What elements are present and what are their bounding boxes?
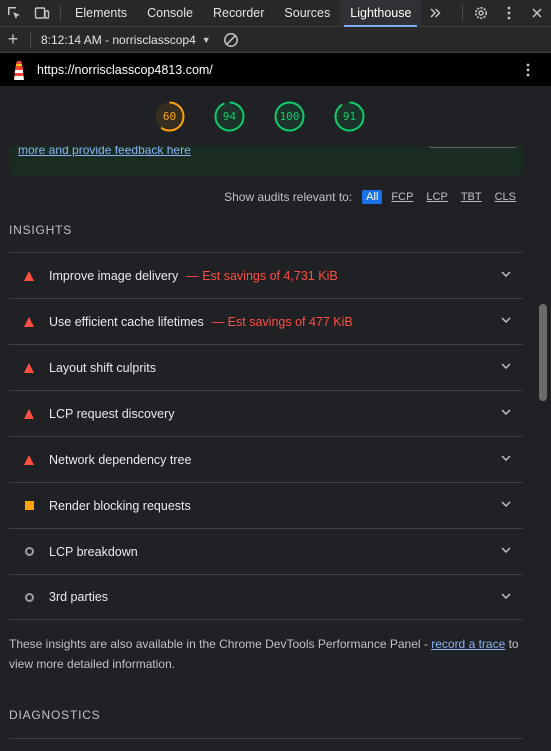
caret-down-icon: ▼ [201, 34, 211, 45]
fail-triangle-icon [23, 454, 35, 466]
chevron-down-icon[interactable] [501, 269, 511, 279]
fail-triangle-icon [23, 316, 35, 328]
fail-triangle-icon [23, 362, 35, 374]
average-square-icon [23, 500, 35, 512]
chevron-down-icon[interactable] [501, 545, 511, 555]
score-value: 94 [222, 110, 237, 123]
report-selector-label: 8:12:14 AM - norrisclasscop4 [41, 32, 196, 47]
sticky-score-header: 60 94 100 91 [0, 86, 535, 146]
info-circle-icon [23, 546, 35, 558]
clear-all-icon[interactable] [223, 32, 239, 48]
score-gauge-performance[interactable]: 60 [154, 101, 185, 132]
fail-triangle-icon [23, 408, 35, 420]
chevron-down-icon[interactable] [501, 453, 511, 463]
chevron-down-icon[interactable] [501, 499, 511, 509]
scrollbar-thumb[interactable] [539, 304, 547, 401]
chevron-down-icon[interactable] [501, 407, 511, 417]
more-options-vertical-icon[interactable] [495, 0, 523, 27]
insight-audit-row[interactable]: 3rd parties [9, 574, 523, 620]
audit-title: 3rd parties [49, 590, 109, 604]
insight-audit-row[interactable]: Network dependency tree [9, 436, 523, 482]
insight-audit-row[interactable]: LCP request discovery [9, 390, 523, 436]
audit-title: LCP request discovery [49, 406, 175, 421]
lighthouse-toolbar: + 8:12:14 AM - norrisclasscop4 ▼ [0, 27, 551, 53]
tab-sources[interactable]: Sources [274, 0, 340, 27]
filter-chip-all[interactable]: All [362, 190, 383, 204]
divider [30, 31, 31, 48]
lighthouse-logo-icon [14, 60, 24, 80]
diagnostics-section-title: DIAGNOSTICS [9, 708, 101, 722]
audit-title: LCP breakdown [49, 544, 138, 559]
url-more-options-icon[interactable] [525, 63, 531, 77]
report-content: more and provide feedback here 60 94 100 91… [0, 86, 535, 751]
info-circle-icon [23, 591, 35, 603]
audit-filter: Show audits relevant to: All FCP LCP TBT… [224, 190, 520, 204]
filter-chip-fcp[interactable]: FCP [387, 190, 417, 204]
insight-audit-row[interactable]: Layout shift culprits [9, 344, 523, 390]
insight-audit-row[interactable]: LCP breakdown [9, 528, 523, 574]
tab-recorder[interactable]: Recorder [203, 0, 274, 27]
fail-triangle-icon [23, 270, 35, 282]
report-url-bar: https://norrisclasscop4813.com/ [0, 53, 551, 86]
tab-lighthouse[interactable]: Lighthouse [340, 0, 422, 27]
chevron-down-icon[interactable] [501, 315, 511, 325]
audit-title: Layout shift culprits [49, 360, 156, 375]
report-url: https://norrisclasscop4813.com/ [37, 62, 213, 77]
audit-title: Use efficient cache lifetimes [49, 314, 204, 329]
score-value: 91 [342, 110, 357, 123]
insight-audit-row[interactable]: Improve image delivery — Est savings of 4… [9, 252, 523, 298]
score-gauges: 60 94 100 91 [154, 101, 365, 146]
audit-title: Improve image delivery [49, 268, 179, 283]
chevron-down-icon[interactable] [501, 361, 511, 371]
score-value: 60 [162, 110, 177, 123]
score-value: 100 [279, 110, 300, 123]
score-gauge-best-practices[interactable]: 100 [274, 101, 305, 132]
filter-chip-cls[interactable]: CLS [491, 190, 520, 204]
insight-audit-row[interactable]: Use efficient cache lifetimes — Est savin… [9, 298, 523, 344]
insights-section-title: INSIGHTS [9, 223, 73, 237]
divider [60, 5, 61, 21]
device-toolbar-icon[interactable] [28, 0, 56, 27]
report-selector[interactable]: 8:12:14 AM - norrisclasscop4 ▼ [37, 33, 211, 47]
audit-title: Render blocking requests [49, 498, 191, 513]
devtools-tabbar: Elements Console Recorder Sources Lighth… [0, 0, 551, 27]
insight-audit-row[interactable]: Render blocking requests [9, 482, 523, 528]
tab-console[interactable]: Console [137, 0, 203, 27]
score-gauge-accessibility[interactable]: 94 [214, 101, 245, 132]
more-tabs-icon[interactable] [421, 0, 449, 27]
score-gauge-seo[interactable]: 91 [334, 101, 365, 132]
insights-audit-list: Improve image delivery — Est savings of 4… [9, 252, 523, 620]
new-report-plus-icon[interactable]: + [0, 29, 26, 50]
report-scrollbar[interactable] [535, 86, 551, 751]
filter-chip-tbt[interactable]: TBT [457, 190, 486, 204]
inspect-element-icon[interactable] [0, 0, 28, 27]
audit-filter-label: Show audits relevant to: [224, 190, 353, 204]
tab-elements[interactable]: Elements [65, 0, 137, 27]
insights-note-prefix: These insights are also available in the… [9, 637, 432, 651]
divider [9, 738, 523, 739]
close-icon[interactable] [523, 0, 551, 27]
divider [462, 5, 463, 21]
settings-gear-icon[interactable] [467, 0, 495, 27]
audit-savings: — Est savings of 4,731 KiB [186, 268, 338, 283]
audit-title: Network dependency tree [49, 452, 192, 467]
chevron-down-icon[interactable] [501, 591, 511, 601]
filter-chip-lcp[interactable]: LCP [422, 190, 451, 204]
insights-note: These insights are also available in the… [9, 634, 519, 674]
record-trace-link[interactable]: record a trace [431, 637, 505, 651]
audit-savings: — Est savings of 477 KiB [211, 314, 353, 329]
